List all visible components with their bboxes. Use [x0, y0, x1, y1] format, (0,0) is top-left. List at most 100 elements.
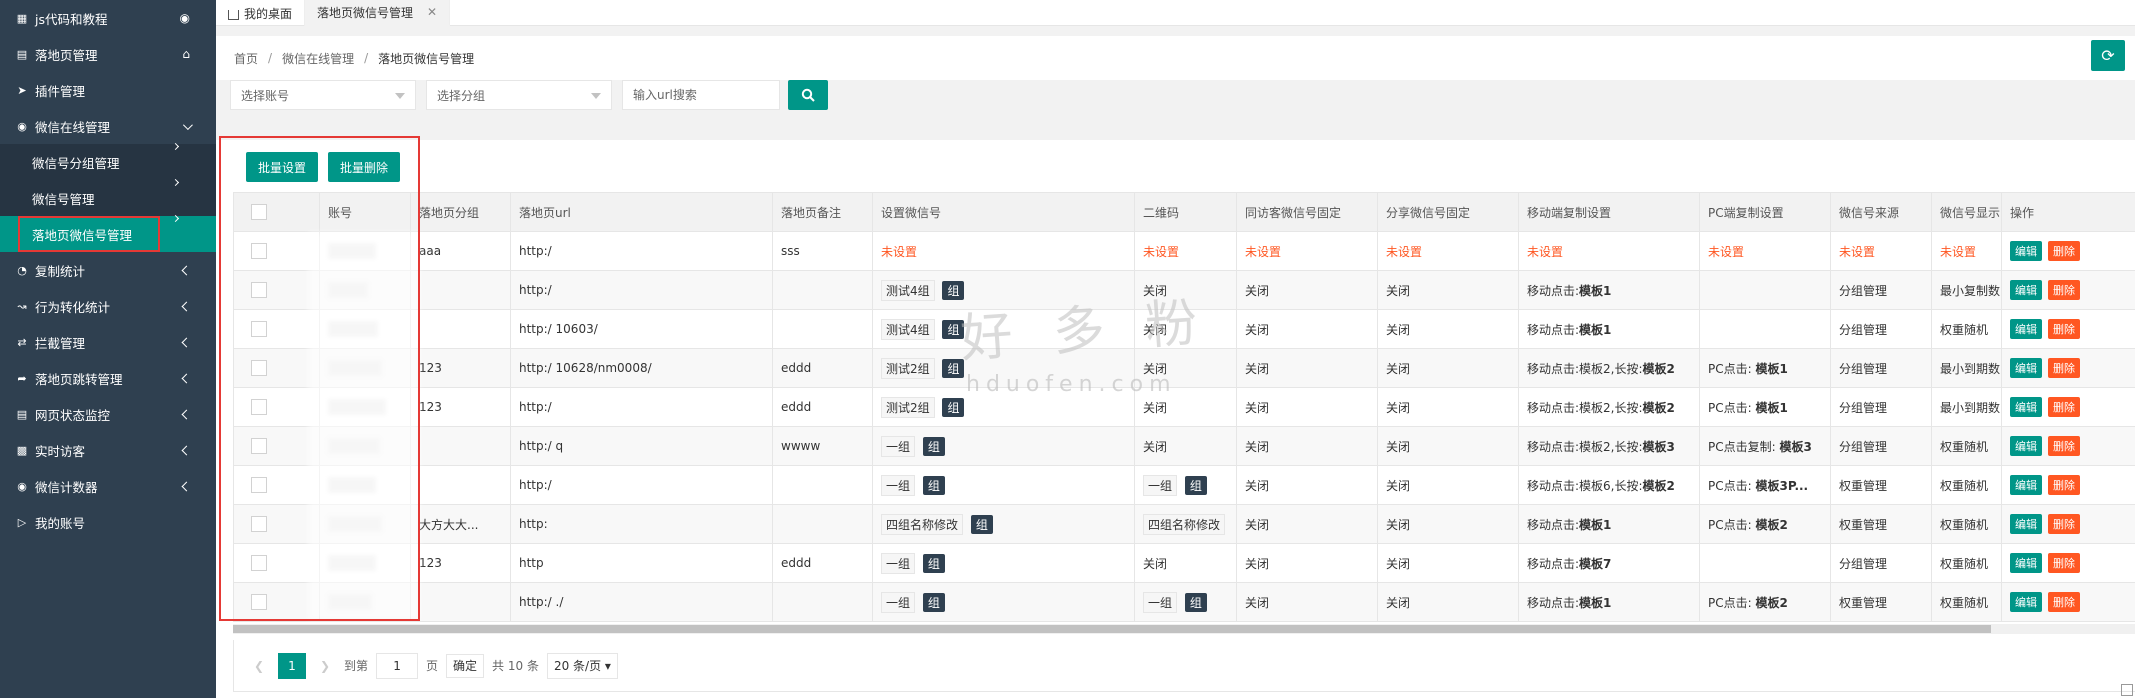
column-header: 移动端复制设置 — [1518, 192, 1700, 232]
row-checkbox[interactable] — [251, 555, 267, 571]
breadcrumb-home[interactable]: 首页 — [234, 50, 258, 67]
edit-button[interactable]: 编辑 — [2010, 358, 2042, 378]
row-checkbox[interactable] — [251, 477, 267, 493]
sidebar-item-label: 插件管理 — [35, 83, 86, 99]
sidebar-item-intercept[interactable]: ⇄ 拦截管理 — [0, 324, 216, 360]
row-checkbox[interactable] — [251, 438, 267, 454]
sidebar-item-realtime[interactable]: ▩ 实时访客 — [0, 432, 216, 468]
redacted-account — [328, 516, 382, 532]
table-row[interactable]: 123 http:/ 10628/nm0008/eddd 测试2组 组关闭 关闭 关闭移… — [233, 348, 2135, 388]
edit-button[interactable]: 编辑 — [2010, 241, 2042, 261]
share-fixed-cell: 关闭 — [1377, 309, 1519, 349]
table-row[interactable]: aaa http:/sss 未设置 未设置 未设置 未设置 未设置 未设置 未设置 未设置 编辑删… — [233, 231, 2135, 271]
table-panel: 批量设置 批量删除 账号 落地页分组 落地页url 落地页备注 设置微信号 二维… — [216, 140, 2135, 698]
edit-button[interactable]: 编辑 — [2010, 280, 2042, 300]
edit-button[interactable]: 编辑 — [2010, 475, 2042, 495]
pc-template: 模板1 — [1755, 361, 1788, 376]
sidebar-item-redirect[interactable]: ➦ 落地页跳转管理 — [0, 360, 216, 396]
table-row[interactable]: http:/ 10603/测试4组 组关闭 关闭 关闭 移动点击:模板1 分组管理 权重… — [233, 309, 2135, 349]
edit-button[interactable]: 编辑 — [2010, 397, 2042, 417]
tab-desktop[interactable]: 我的桌面 — [216, 0, 306, 26]
sidebar-item-wechat-accounts[interactable]: 微信号管理 — [0, 178, 216, 216]
table-row[interactable]: http:/ q wwww 一组 组关闭 关闭 关闭 移动点击:模板2,长按:模板3 PC点… — [233, 426, 2135, 466]
edit-button[interactable]: 编辑 — [2010, 553, 2042, 573]
qrcode-group-name: 一组 — [1143, 591, 1178, 613]
sidebar-item-landing-wechat[interactable]: 落地页微信号管理 — [0, 214, 216, 252]
delete-button[interactable]: 删除 — [2048, 358, 2080, 378]
scrollbar-thumb[interactable] — [233, 625, 1991, 633]
table-row[interactable]: 123 http eddd 一组 组关闭 关闭 关闭 移动点击:模板7 分组管理 权重随机 编辑… — [233, 543, 2135, 583]
group-cell — [410, 465, 511, 505]
table-row[interactable]: 大方大大... http: 四组名称修改 组四组名称修改 关闭 关闭 移动点击:模板1 PC… — [233, 504, 2135, 544]
table-row[interactable]: http:/一组 组一组 组关闭 关闭 移动点击:模板6,长按:模板2 PC点击: 模… — [233, 465, 2135, 505]
url-cell: http:/ ./ — [510, 582, 773, 622]
pc-copy-text: PC点击: — [1708, 478, 1752, 493]
search-button[interactable] — [788, 80, 828, 110]
sidebar-item-js-code[interactable]: ▦ js代码和教程 ◉ — [0, 0, 216, 36]
sidebar-item-wechat-online[interactable]: ◉ 微信在线管理 — [0, 108, 216, 144]
sidebar-item-counter[interactable]: ◉ 微信计数器 — [0, 468, 216, 504]
select-all-checkbox[interactable] — [251, 204, 267, 220]
table-row[interactable]: http:/ ./一组 组一组 组关闭 关闭 移动点击:模板1 PC点击: 模板2 权重… — [233, 582, 2135, 622]
delete-button[interactable]: 删除 — [2048, 280, 2080, 300]
tab-landing-wechat[interactable]: 落地页微信号管理 ✕ — [305, 0, 451, 26]
prev-page-icon[interactable]: ❮ — [246, 653, 272, 679]
next-page-icon[interactable]: ❯ — [312, 653, 338, 679]
group-cell — [410, 270, 511, 310]
horizontal-scrollbar[interactable] — [233, 624, 2135, 634]
delete-button[interactable]: 删除 — [2048, 475, 2080, 495]
row-checkbox[interactable] — [251, 321, 267, 337]
sidebar-item-label: 复制统计 — [35, 263, 86, 279]
account-select[interactable]: 选择账号 — [230, 80, 416, 110]
edit-button[interactable]: 编辑 — [2010, 514, 2042, 534]
url-search-input[interactable] — [622, 80, 780, 110]
home-icon[interactable]: ⌂ — [182, 36, 190, 72]
table-row[interactable]: 123 http:/eddd 测试2组 组关闭 关闭 关闭 移动点击:模板2,长按:模板2… — [233, 387, 2135, 427]
chevron-right-icon — [171, 142, 180, 151]
delete-button[interactable]: 删除 — [2048, 514, 2080, 534]
row-select — [233, 309, 320, 349]
sidebar-item-account[interactable]: ▷ 我的账号 — [0, 504, 216, 540]
goto-page-input[interactable]: 1 — [376, 652, 419, 679]
page-size-select[interactable]: 20 条/页 ▾ — [546, 652, 618, 679]
sidebar-item-plugins[interactable]: ➤ 插件管理 — [0, 72, 216, 108]
caret-down-icon: ▾ — [604, 658, 611, 673]
batch-set-button[interactable]: 批量设置 — [246, 152, 319, 182]
delete-button[interactable]: 删除 — [2048, 397, 2080, 417]
delete-button[interactable]: 删除 — [2048, 553, 2080, 573]
edit-button[interactable]: 编辑 — [2010, 319, 2042, 339]
delete-button[interactable]: 删除 — [2048, 319, 2080, 339]
edit-button[interactable]: 编辑 — [2010, 592, 2042, 612]
close-icon[interactable]: ✕ — [427, 5, 437, 19]
table-toolbar: 批量设置 批量删除 — [246, 152, 410, 182]
group-select[interactable]: 选择分组 — [426, 80, 612, 110]
sidebar-item-copy-stats[interactable]: ◔ 复制统计 — [0, 252, 216, 288]
table-row[interactable]: http:/测试4组 组关闭 关闭 关闭 移动点击:模板1 分组管理 最小复制数 编辑 删除 — [233, 270, 2135, 310]
breadcrumb-wechat-online[interactable]: 微信在线管理 — [282, 50, 354, 67]
eye-icon[interactable]: ◉ — [180, 0, 190, 36]
mobile-copy-text: 移动点击:模板6,长按: — [1527, 478, 1643, 493]
redacted-account — [328, 399, 386, 415]
row-checkbox[interactable] — [251, 360, 267, 376]
refresh-button[interactable]: ⟳ — [2091, 40, 2125, 71]
mobile-copy-cell: 移动点击:模板1 — [1518, 582, 1700, 622]
source-cell: 权重管理 — [1830, 582, 1932, 622]
row-checkbox[interactable] — [251, 516, 267, 532]
sidebar-item-monitor[interactable]: ▤ 网页状态监控 — [0, 396, 216, 432]
row-checkbox[interactable] — [251, 282, 267, 298]
row-checkbox[interactable] — [251, 243, 267, 259]
page-current[interactable]: 1 — [278, 652, 306, 679]
goto-confirm-button[interactable]: 确定 — [446, 653, 485, 678]
sidebar-item-wechat-groups[interactable]: 微信号分组管理 — [0, 142, 216, 180]
delete-button[interactable]: 删除 — [2048, 592, 2080, 612]
edit-button[interactable]: 编辑 — [2010, 436, 2042, 456]
delete-button[interactable]: 删除 — [2048, 436, 2080, 456]
sidebar-item-landing-pages[interactable]: ▤ 落地页管理 ⌂ — [0, 36, 216, 72]
sidebar-item-conversion-stats[interactable]: ↝ 行为转化统计 — [0, 288, 216, 324]
note-cell: eddd — [772, 387, 873, 427]
share-fixed-cell: 关闭 — [1377, 465, 1519, 505]
row-checkbox[interactable] — [251, 399, 267, 415]
delete-button[interactable]: 删除 — [2048, 241, 2080, 261]
batch-delete-button[interactable]: 批量删除 — [328, 152, 401, 182]
row-checkbox[interactable] — [251, 594, 267, 610]
